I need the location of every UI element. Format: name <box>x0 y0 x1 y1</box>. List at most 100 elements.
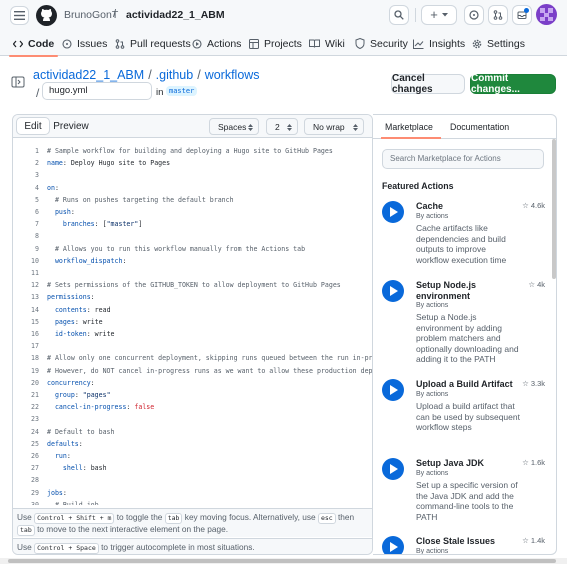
kbd-shortcut: tab <box>164 513 183 524</box>
tab-code[interactable]: Code <box>8 31 59 57</box>
line-number: 18 <box>31 354 39 363</box>
repo-name-link[interactable]: actividad22_1_ABM <box>126 9 225 21</box>
action-description: Upload a build artifact that can be used… <box>416 401 520 432</box>
tab-security[interactable]: Security <box>355 31 408 56</box>
tab-marketplace-underline <box>381 137 441 139</box>
star-count: 4k <box>537 280 545 289</box>
issue-icon <box>62 38 72 49</box>
action-author: By actions <box>416 548 449 555</box>
tab-insights[interactable]: Insights <box>413 31 465 56</box>
line-content: workflow_dispatch: <box>54 256 127 265</box>
action-title[interactable]: Cache <box>416 201 516 212</box>
tab-preview[interactable]: Preview <box>51 117 91 135</box>
branch-badge[interactable]: master <box>166 86 198 96</box>
tab-projects-label: Projects <box>264 37 302 50</box>
action-item[interactable]: Setup Java JDK ☆ 1.6k By actions Set up a… <box>373 458 556 530</box>
line-content: id-token: write <box>54 330 115 338</box>
indent-mode-select[interactable]: Spaces <box>209 118 259 135</box>
select-caret-icon <box>248 124 253 131</box>
line-number: 9 <box>35 244 39 253</box>
action-item[interactable]: Upload a Build Artifact ☆ 3.3k By actions… <box>373 379 556 449</box>
star-count: 4.6k <box>530 201 545 210</box>
code-line: 3 <box>13 169 372 181</box>
action-title[interactable]: Setup Java JDK <box>416 458 516 469</box>
breadcrumb-github-dir-link[interactable]: .github <box>156 68 194 82</box>
star-icon: ☆ <box>522 536 529 545</box>
tab-security-label: Security <box>370 37 408 50</box>
action-description: Setup a Node.js environment by adding pr… <box>416 312 519 364</box>
line-number: 26 <box>31 452 39 460</box>
line-content: # Sample workflow for building and deplo… <box>47 147 333 155</box>
line-content: # Allows you to run this workflow manual… <box>54 244 306 253</box>
commit-changes-button[interactable]: Commit changes... <box>470 73 556 95</box>
cancel-changes-button[interactable]: Cancel changes <box>391 73 465 95</box>
breadcrumb-workflows-dir-link[interactable]: workflows <box>205 68 260 82</box>
action-item[interactable]: Cache ☆ 4.6k By actions Cache artifacts l… <box>373 201 556 271</box>
indent-size-select[interactable]: 2 <box>266 118 298 135</box>
code-editor[interactable]: 1 # Sample workflow for building and depl… <box>13 145 373 505</box>
tab-edit[interactable]: Edit <box>16 117 50 135</box>
inbox-button[interactable] <box>512 5 532 25</box>
create-new-button[interactable]: + <box>421 5 457 25</box>
line-number: 23 <box>31 415 39 424</box>
star-icon: ☆ <box>528 280 536 289</box>
tab-pull-requests[interactable]: Pull requests <box>115 31 191 56</box>
scrollbar-thumb[interactable] <box>8 559 556 563</box>
action-stars: ☆ 4k <box>528 280 545 289</box>
line-number: 8 <box>35 232 39 241</box>
action-item[interactable]: Close Stale Issues ☆ 1.4k By actions <box>373 536 556 555</box>
tab-documentation[interactable]: Documentation <box>450 122 509 132</box>
line-number: 24 <box>31 427 39 436</box>
line-number: 22 <box>31 403 39 412</box>
line-number: 3 <box>35 171 39 180</box>
issues-button[interactable] <box>464 5 484 25</box>
github-logo-icon[interactable] <box>36 5 57 26</box>
avatar[interactable] <box>536 4 557 25</box>
tab-issues[interactable]: Issues <box>62 31 107 56</box>
line-content: name: Deploy Hugo site to Pages <box>47 159 171 168</box>
tab-settings[interactable]: Settings <box>472 31 525 56</box>
line-content: # Build job <box>54 500 99 505</box>
code-line: 7 branches: ["master"] <box>13 218 372 230</box>
line-number: 21 <box>31 391 39 399</box>
breadcrumb-repo-link[interactable]: actividad22_1_ABM <box>33 68 144 82</box>
tab-marketplace[interactable]: Marketplace <box>385 122 433 132</box>
play-icon <box>192 38 202 49</box>
action-title[interactable]: Close Stale Issues <box>416 536 516 547</box>
code-line: 19 # However, do NOT cancel in-progress r… <box>13 365 372 377</box>
line-content: # Sets permissions of the GITHUB_TOKEN t… <box>47 281 341 290</box>
line-number: 25 <box>31 439 39 448</box>
line-number: 10 <box>31 256 39 265</box>
star-icon: ☆ <box>522 458 529 467</box>
menu-button[interactable] <box>10 6 29 25</box>
repo-owner-link[interactable]: BrunoGonT <box>64 9 118 21</box>
line-number: 30 <box>31 500 39 505</box>
wrap-mode-select[interactable]: No wrap <box>304 118 364 135</box>
file-breadcrumb: actividad22_1_ABM / .github / workflows <box>33 68 260 82</box>
search-button[interactable] <box>389 5 409 25</box>
panel-scrollbar[interactable] <box>552 139 556 279</box>
filename-slash: / <box>36 86 40 100</box>
tab-wiki[interactable]: Wiki <box>309 31 345 56</box>
pull-requests-button[interactable] <box>488 5 508 25</box>
action-title[interactable]: Upload a Build Artifact <box>416 379 516 390</box>
marketplace-search-input[interactable]: Search Marketplace for Actions <box>382 149 544 169</box>
code-line: 15 pages: write <box>13 316 372 328</box>
code-line: 25 defaults: <box>13 438 372 450</box>
tab-actions[interactable]: Actions <box>192 31 241 56</box>
book-icon <box>309 39 320 48</box>
action-title[interactable]: Setup Node.js environment <box>416 280 516 302</box>
tab-projects[interactable]: Projects <box>249 31 302 56</box>
page-horizontal-scrollbar[interactable] <box>0 558 567 564</box>
select-caret-icon <box>287 124 292 131</box>
file-tree-toggle[interactable] <box>11 75 25 89</box>
action-item[interactable]: Setup Node.js environment ☆ 4k By actions… <box>373 280 556 370</box>
code-line: 20 concurrency: <box>13 377 372 389</box>
indent-size-value: 2 <box>275 121 280 132</box>
line-number: 2 <box>35 159 39 168</box>
code-line: 26 run: <box>13 450 372 462</box>
code-line: 10 workflow_dispatch: <box>13 255 372 267</box>
line-content: # Allow only one concurrent deployment, … <box>47 354 373 363</box>
star-count: 3.3k <box>530 379 545 388</box>
filename-input[interactable]: hugo.yml <box>42 82 152 100</box>
